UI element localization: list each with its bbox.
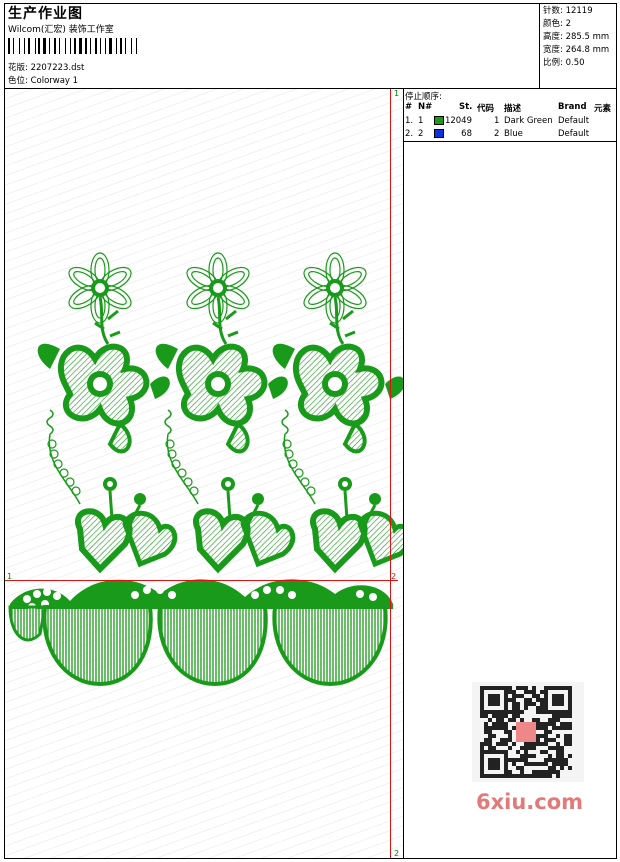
barcode xyxy=(8,38,140,54)
lace-border xyxy=(8,579,393,687)
design-canvas xyxy=(5,89,403,858)
marker-end: 2 xyxy=(394,849,400,858)
panel-divider xyxy=(403,89,404,858)
stat-colors: 颜色: 2 xyxy=(543,19,571,29)
qr-code xyxy=(472,682,584,782)
table-row: 2. 2 68 2 Blue Default xyxy=(405,129,590,141)
stat-stitches: 针数: 12119 xyxy=(543,6,593,16)
motif-3 xyxy=(273,253,403,569)
stat-width: 宽度: 264.8 mm xyxy=(543,45,610,55)
qr-code-image xyxy=(480,686,572,778)
page-title: 生产作业图 xyxy=(8,6,83,22)
col-stitches: St. xyxy=(459,102,473,112)
col-hash: # xyxy=(405,102,413,112)
color-swatch xyxy=(434,129,444,141)
stop-table-header: # N# St. 代码 描述 Brand 元素 xyxy=(404,102,617,114)
col-code: 代码 xyxy=(477,104,495,114)
motif-2 xyxy=(156,253,293,569)
embroidery-design xyxy=(8,89,403,687)
marker-start: 1 xyxy=(394,89,400,98)
stop-sequence-title: 停止顺序: xyxy=(405,92,442,102)
design-file: 花版: 2207223.dst xyxy=(8,63,85,73)
marker-left: 1 xyxy=(7,572,13,581)
stat-height: 高度: 285.5 mm xyxy=(543,32,610,42)
col-n: N# xyxy=(418,102,433,112)
color-swatch xyxy=(434,116,444,128)
watermark: 6xiu.com xyxy=(476,790,584,814)
table-divider xyxy=(404,141,617,142)
motif-1 xyxy=(38,253,175,569)
marker-cross: 2 xyxy=(391,572,397,581)
col-desc: 描述 xyxy=(504,104,522,114)
guide-line-horizontal xyxy=(5,580,398,581)
guide-line-vertical xyxy=(390,89,391,858)
col-element: 元素 xyxy=(594,104,612,114)
company-name: Wilcom(汇宏) 装饰工作室 xyxy=(8,25,114,35)
stat-scale: 比例: 0.50 xyxy=(543,58,585,68)
colorway: 色位: Colorway 1 xyxy=(8,76,79,86)
table-row: 1. 1 12049 1 Dark Green Default xyxy=(405,116,590,128)
col-brand: Brand xyxy=(558,102,587,112)
stats-box: 针数: 12119 颜色: 2 高度: 285.5 mm 宽度: 264.8 m… xyxy=(539,3,617,89)
